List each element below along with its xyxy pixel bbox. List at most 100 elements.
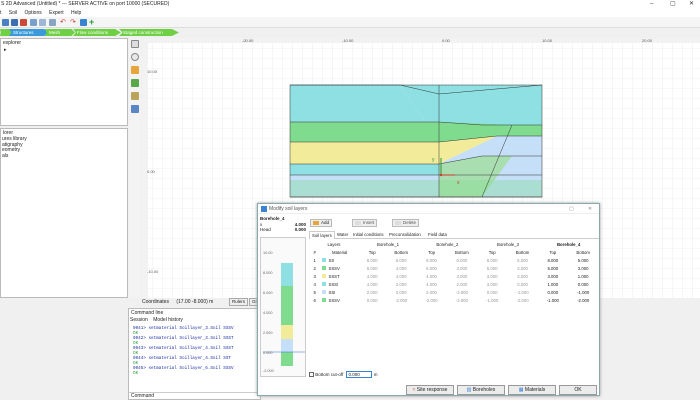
depth-cell[interactable]: 4.000 <box>385 272 417 280</box>
depth-cell[interactable]: -2.000 <box>446 296 478 304</box>
menu-options[interactable]: Options <box>25 10 42 16</box>
depth-cell[interactable]: 4.000 <box>446 272 478 280</box>
depth-cell[interactable]: 0.000 <box>478 288 507 296</box>
depth-cell[interactable]: -2.000 <box>567 296 599 304</box>
material-cell[interactable]: SSSI <box>320 280 359 288</box>
settings-icon[interactable] <box>30 19 37 26</box>
show-materials-icon[interactable] <box>131 92 139 100</box>
depth-cell[interactable]: 5.000 <box>507 256 539 264</box>
depth-cell[interactable]: 0.000 <box>507 280 539 288</box>
create-borehole-icon[interactable] <box>131 66 139 74</box>
mode-flow-conditions[interactable]: Flow conditions <box>73 29 121 36</box>
ok-button[interactable]: OK <box>559 385 597 395</box>
rulers-button[interactable]: Rulers <box>229 298 249 306</box>
depth-cell[interactable]: 0.000 <box>385 288 417 296</box>
tab-preconsolidation[interactable]: Preconsolidation <box>387 231 423 239</box>
pointer-icon[interactable] <box>131 40 139 48</box>
depth-cell[interactable]: -1.000 <box>538 296 567 304</box>
depth-cell[interactable]: 3.000 <box>478 280 507 288</box>
zoom-icon[interactable] <box>131 53 139 61</box>
depth-cell[interactable]: 8.000 <box>417 256 446 264</box>
maximize-icon[interactable]: ▢ <box>670 0 676 9</box>
insert-button[interactable]: Insert <box>352 219 378 227</box>
depth-cell[interactable]: 2.000 <box>446 280 478 288</box>
dialog-close-icon[interactable]: ✕ <box>588 204 592 214</box>
table-row[interactable]: 3 SSST 4.000 4.000 4.000 4.000 3.000 3.000 3.000… <box>309 272 599 280</box>
menu-soil[interactable]: Soil <box>9 10 17 16</box>
table-row[interactable]: 1 SS 8.000 6.000 8.000 6.000 8.000 5.000 8.000 5.… <box>309 256 599 264</box>
save-icon[interactable] <box>11 19 18 26</box>
tab-water[interactable]: Water <box>335 231 350 239</box>
table-row[interactable]: 4 SSSI 4.000 2.000 4.000 2.000 3.000 0.000 1.000… <box>309 280 599 288</box>
depth-cell[interactable]: 4.000 <box>385 264 417 272</box>
depth-cell[interactable]: -1.000 <box>478 296 507 304</box>
depth-cell[interactable]: 6.000 <box>446 256 478 264</box>
depth-cell[interactable]: -2.000 <box>446 288 478 296</box>
depth-cell[interactable]: 8.000 <box>538 256 567 264</box>
dialog-maximize-icon[interactable]: ▢ <box>569 204 574 214</box>
menu-expert[interactable]: Expert <box>49 10 63 16</box>
menu-help[interactable]: Help <box>71 10 81 16</box>
depth-cell[interactable]: 4.000 <box>359 272 385 280</box>
depth-cell[interactable]: 4.000 <box>446 264 478 272</box>
depth-cell[interactable]: 2.000 <box>359 288 385 296</box>
mode-staged-construction[interactable]: Staged construction <box>119 29 179 36</box>
delete-button[interactable]: Delete <box>392 219 420 227</box>
material-cell[interactable]: SSSV <box>320 296 359 304</box>
depth-cell[interactable]: 0.000 <box>359 296 385 304</box>
depth-cell[interactable]: 3.000 <box>507 264 539 272</box>
close-icon[interactable]: ✕ <box>689 0 694 9</box>
explorer-tree-item[interactable]: ▸ <box>1 47 127 53</box>
depth-cell[interactable]: 4.000 <box>359 280 385 288</box>
depth-cell[interactable]: -2.000 <box>417 296 446 304</box>
tab-initial-conditions[interactable]: Initial conditions <box>351 231 386 239</box>
depth-cell[interactable]: 6.000 <box>385 256 417 264</box>
table-icon[interactable] <box>131 105 139 113</box>
depth-cell[interactable]: 1.000 <box>567 272 599 280</box>
mode-mesh[interactable]: Mesh <box>45 29 75 36</box>
depth-cell[interactable]: -2.000 <box>507 296 539 304</box>
boreholes-button[interactable]: ▥ Boreholes <box>457 385 505 395</box>
depth-cell[interactable]: 3.000 <box>478 272 507 280</box>
depth-cell[interactable]: 4.000 <box>417 272 446 280</box>
minimize-icon[interactable]: – <box>650 0 653 9</box>
depth-cell[interactable]: 3.000 <box>567 264 599 272</box>
redo-icon[interactable]: ↷ <box>70 19 77 26</box>
explorer-item-materials[interactable]: als <box>2 153 127 160</box>
head-value[interactable]: 0.000 <box>295 227 306 233</box>
depth-cell[interactable]: 3.000 <box>507 272 539 280</box>
depth-cell[interactable]: 3.000 <box>538 272 567 280</box>
pdf-icon[interactable] <box>20 19 27 26</box>
add-button[interactable]: Add <box>310 219 333 227</box>
depth-cell[interactable]: 5.000 <box>478 264 507 272</box>
undo-icon[interactable]: ↶ <box>60 19 67 26</box>
depth-cell[interactable]: -1.000 <box>567 288 599 296</box>
depth-cell[interactable]: 1.000 <box>538 280 567 288</box>
depth-cell[interactable]: 4.000 <box>417 280 446 288</box>
add-icon[interactable]: + <box>89 18 96 27</box>
materials-button[interactable]: ▦ Materials <box>508 385 556 395</box>
bottom-cutoff-input[interactable]: 0.000 <box>346 371 373 378</box>
table-row[interactable]: 5 SSI 2.000 0.000 2.000 -2.000 0.000 -1.000 0.00… <box>309 288 599 296</box>
material-cell[interactable]: SSI <box>320 288 359 296</box>
tab-model-history[interactable]: Model history <box>153 317 183 323</box>
command-input[interactable]: Command <box>129 392 260 399</box>
mode-structures[interactable]: Structures <box>9 29 49 36</box>
tab-soil-layers[interactable]: Soil layers <box>309 231 335 239</box>
menu-file[interactable]: t <box>0 10 1 16</box>
export-icon[interactable] <box>39 19 46 26</box>
depth-cell[interactable]: -1.000 <box>507 288 539 296</box>
depth-cell[interactable]: 0.000 <box>567 280 599 288</box>
tab-field-data[interactable]: Field data <box>426 231 449 239</box>
bottom-cutoff-checkbox[interactable] <box>309 372 314 378</box>
link-icon[interactable] <box>49 19 56 26</box>
depth-cell[interactable]: 5.000 <box>538 264 567 272</box>
depth-cell[interactable]: -2.000 <box>385 296 417 304</box>
depth-cell[interactable]: 8.000 <box>359 256 385 264</box>
select-icon[interactable] <box>80 19 87 26</box>
material-cell[interactable]: SSSV <box>320 264 359 272</box>
site-response-button[interactable]: ≈ Site response <box>406 385 454 395</box>
depth-cell[interactable]: 0.000 <box>538 288 567 296</box>
depth-cell[interactable]: 6.000 <box>417 264 446 272</box>
import-soil-icon[interactable] <box>131 79 139 87</box>
